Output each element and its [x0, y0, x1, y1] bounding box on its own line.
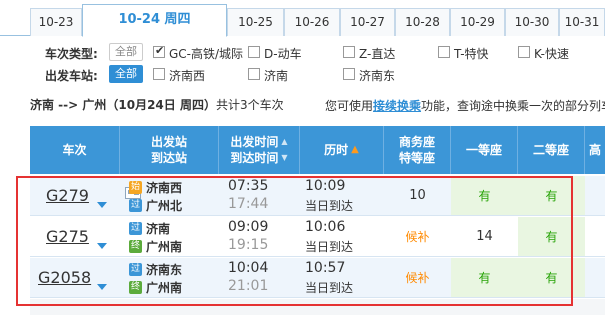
date-tab-bar: 10-23 10-24 周四 10-25 10-26 10-27 10-28 1…: [0, 0, 605, 37]
checkbox-k[interactable]: [518, 46, 530, 58]
hint-suffix: 功能，查询途中换乘一次的部分列车: [421, 99, 605, 113]
train-type-all-button[interactable]: 全部: [109, 43, 143, 61]
col-station: 出发站 到达站: [120, 126, 219, 174]
checkbox-d[interactable]: [248, 46, 260, 58]
station-all-button[interactable]: 全部: [109, 65, 143, 83]
col-time[interactable]: 出发时间 ▲ 到达时间 ▼: [219, 126, 300, 174]
result-count: 共计3个车次: [215, 98, 284, 112]
train-type-d-label[interactable]: D-动车: [264, 45, 302, 62]
date-tab-10-26[interactable]: 10-26: [284, 8, 340, 36]
train-type-label: 车次类型:: [45, 47, 98, 61]
date-tab-10-30[interactable]: 10-30: [505, 8, 559, 36]
date-tab-10-31[interactable]: 10-31: [559, 8, 605, 36]
sort-dep-icon: ▲: [281, 137, 288, 146]
sort-duration-icon: ▲: [351, 144, 359, 155]
station-jinan-east-label[interactable]: 济南东: [359, 67, 395, 84]
col-arr-time: 到达时间: [230, 151, 279, 165]
route-text: 济南 --> 广州（10月24日 周四）: [30, 98, 216, 112]
train-type-z-label[interactable]: Z-直达: [359, 45, 395, 62]
train-type-gc-label[interactable]: GC-高铁/城际: [169, 45, 243, 62]
hint-prefix: 您可使用: [325, 99, 374, 113]
col-dep-time: 出发时间: [230, 135, 279, 149]
checkbox-t[interactable]: [438, 46, 450, 58]
result-info: 济南 --> 广州（10月24日 周四）共计3个车次 您可使用接续换乘功能，查询…: [0, 96, 605, 116]
col-duration[interactable]: 历时 ▲: [300, 126, 384, 174]
checkbox-z[interactable]: [343, 46, 355, 58]
station-jinan-label[interactable]: 济南: [264, 67, 288, 84]
col-business: 商务座 特等座: [384, 126, 451, 174]
train-type-filter: 车次类型: 全部 GC-高铁/城际 D-动车 Z-直达 T-特快 K-快速: [0, 42, 605, 64]
checkbox-jinan-west[interactable]: [153, 68, 165, 80]
col-business-1: 商务座: [398, 135, 435, 149]
date-tab-10-29[interactable]: 10-29: [450, 8, 505, 36]
sort-arr-time[interactable]: 到达时间 ▼: [230, 150, 287, 166]
checkbox-gc[interactable]: [153, 44, 165, 58]
checkbox-jinan[interactable]: [248, 68, 260, 80]
date-tab-10-24[interactable]: 10-24 周四: [82, 4, 227, 37]
transfer-link[interactable]: 接续换乘: [373, 99, 421, 113]
col-train: 车次: [30, 126, 120, 174]
col-second: 二等座: [518, 126, 585, 174]
checkbox-jinan-east[interactable]: [343, 68, 355, 80]
route-title: 济南 --> 广州（10月24日 周四）共计3个车次: [30, 96, 284, 113]
sort-dep-time[interactable]: 出发时间 ▲: [230, 134, 287, 150]
col-train-label: 车次: [62, 143, 87, 157]
transfer-hint: 您可使用接续换乘功能，查询途中换乘一次的部分列车: [325, 97, 605, 114]
col-extra-label: 高: [588, 143, 601, 157]
train-type-t-label[interactable]: T-特快: [454, 45, 489, 62]
date-tab-10-23[interactable]: 10-23: [30, 8, 82, 36]
date-tab-10-25[interactable]: 10-25: [227, 8, 284, 36]
highlight-outline: [16, 176, 573, 306]
col-second-label: 二等座: [532, 143, 569, 157]
col-business-2: 特等座: [398, 151, 435, 165]
col-station-to: 到达站: [150, 151, 187, 165]
station-jinan-west-label[interactable]: 济南西: [169, 67, 205, 84]
table-header: 车次 出发站 到达站 出发时间 ▲ 到达时间 ▼ 历时 ▲ 商务座 特等座 一等…: [30, 126, 605, 174]
col-duration-label: 历时: [324, 143, 349, 157]
train-type-k-label[interactable]: K-快速: [534, 45, 569, 62]
sort-arr-icon: ▼: [281, 153, 288, 162]
station-filter: 出发车站: 全部 济南西 济南 济南东: [0, 64, 605, 86]
date-tab-10-27[interactable]: 10-27: [340, 8, 395, 36]
col-station-from: 出发站: [150, 135, 187, 149]
col-first-label: 一等座: [465, 143, 502, 157]
date-tab-10-28[interactable]: 10-28: [395, 8, 450, 36]
col-first: 一等座: [451, 126, 518, 174]
col-extra: 高: [585, 126, 605, 174]
station-label: 出发车站:: [45, 69, 98, 83]
